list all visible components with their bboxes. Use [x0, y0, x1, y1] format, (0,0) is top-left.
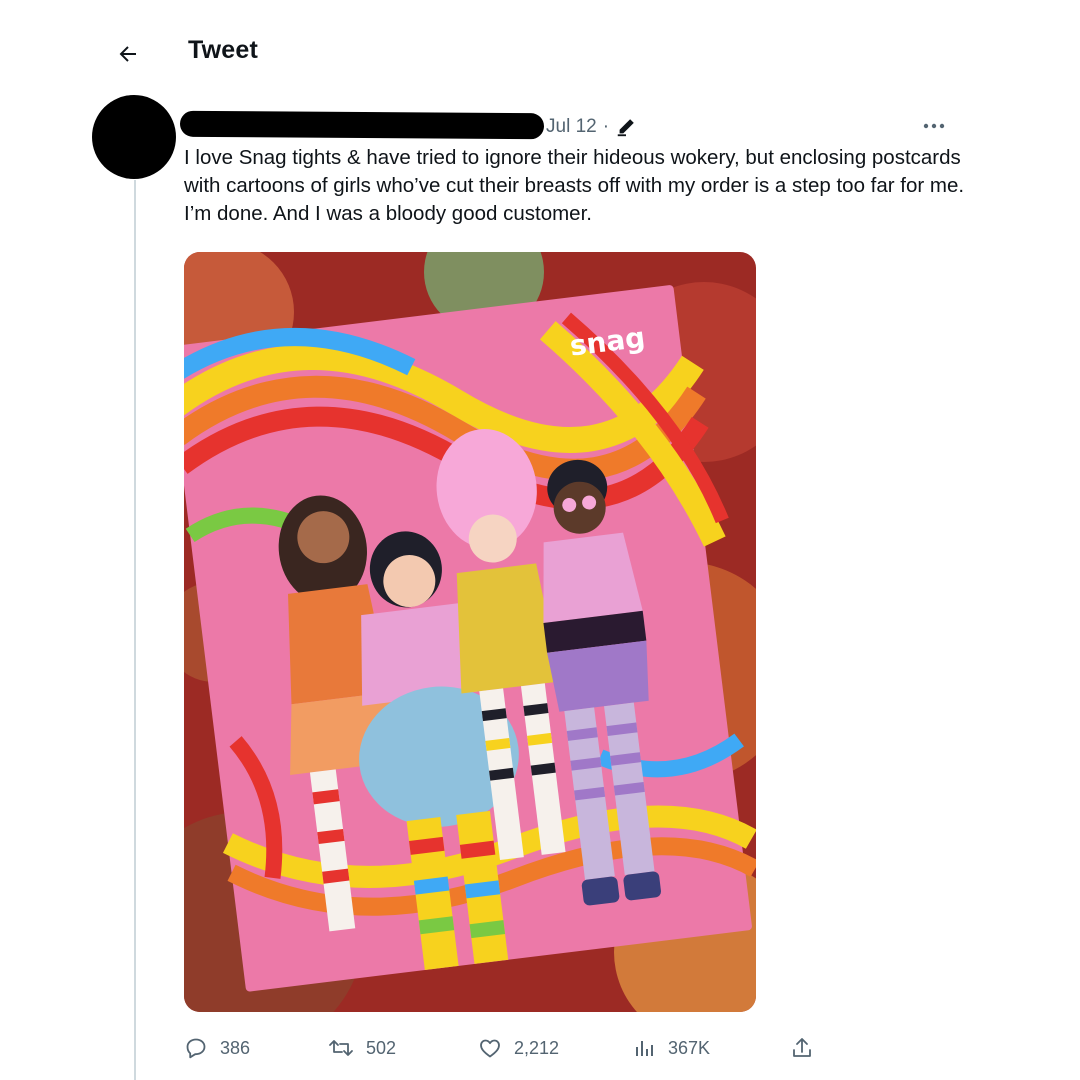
- reply-count: 386: [220, 1037, 251, 1058]
- tweet-date[interactable]: Jul 12: [546, 116, 597, 138]
- tweet-actions: 386 502 2,212 367K: [184, 1030, 834, 1066]
- back-arrow-icon: [119, 46, 136, 62]
- page-title: Tweet: [188, 36, 258, 64]
- header-bar: Tweet: [0, 0, 1080, 100]
- like-count: 2,212: [514, 1037, 560, 1058]
- share-icon: [793, 1038, 811, 1057]
- views-chart-icon: [636, 1041, 653, 1056]
- more-options-button[interactable]: [914, 112, 954, 140]
- retweet-icon: [329, 1040, 353, 1056]
- retweet-button[interactable]: 502: [328, 1030, 396, 1066]
- tweet-meta: Jul 12 ·: [546, 113, 637, 141]
- tweet-photo[interactable]: snag: [184, 252, 756, 1012]
- meta-separator: ·: [602, 116, 610, 137]
- postcard-photo-illustration: snag: [184, 252, 756, 1012]
- more-dots-icon: [923, 123, 945, 129]
- reply-button[interactable]: 386: [184, 1030, 250, 1066]
- pencil-icon[interactable]: [615, 116, 637, 138]
- back-button[interactable]: [108, 34, 148, 74]
- avatar[interactable]: [92, 95, 176, 179]
- retweet-count: 502: [366, 1037, 397, 1058]
- tweet-text: I love Snag tights & have tried to ignor…: [184, 146, 965, 225]
- heart-icon: [480, 1039, 500, 1058]
- reply-icon: [186, 1038, 206, 1059]
- thread-line: [134, 180, 136, 1080]
- redacted-author-name: [179, 110, 545, 140]
- like-button[interactable]: 2,212: [478, 1030, 559, 1066]
- views-button[interactable]: 367K: [632, 1030, 710, 1066]
- share-button[interactable]: [790, 1030, 814, 1066]
- views-count: 367K: [668, 1037, 711, 1058]
